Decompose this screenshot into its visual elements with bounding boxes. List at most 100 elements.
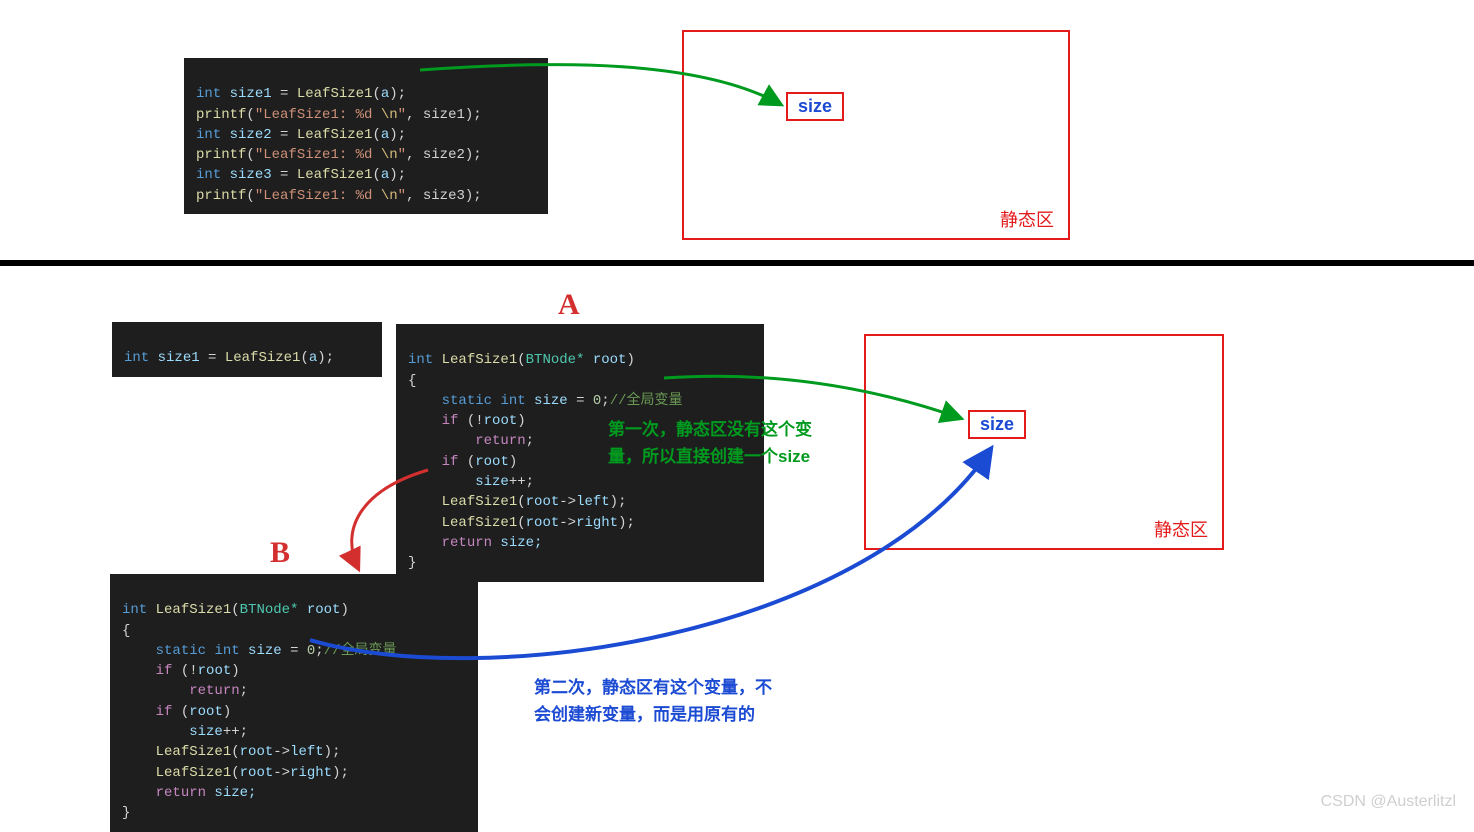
arg: a [381,86,389,102]
kw: int [500,393,525,409]
p: , size1); [406,107,482,123]
fn: LeafSize1 [147,602,231,618]
label-a: A [558,288,580,322]
kw-int: int [196,86,221,102]
p: , size2); [406,147,482,163]
size-variable-chip-top: size [786,92,844,121]
p: ); [389,86,406,102]
p: ; [526,433,534,449]
kw: return [156,785,206,801]
annotation-second-time: 第二次，静态区有这个变量，不 会创建新变量，而是用原有的 [534,674,772,728]
var: size [189,724,223,740]
p: ; [601,393,609,409]
p: ); [618,515,635,531]
size-variable-chip-bottom: size [968,410,1026,439]
var: size3 [221,167,280,183]
kw: if [156,704,173,720]
p: ) [340,602,348,618]
kw: int [214,643,239,659]
p: ( [458,454,475,470]
var: root [526,515,560,531]
fn: printf [196,147,246,163]
op: -> [559,515,576,531]
str: "LeafSize1: %d [255,107,381,123]
var: size1 [149,350,208,366]
kw: return [189,683,239,699]
str: " [398,147,406,163]
arg: a [309,350,317,366]
p: ( [372,86,380,102]
brace: } [408,555,416,571]
kw: return [442,535,492,551]
str: " [398,188,406,204]
var: root [484,413,518,429]
static-area-label: 静态区 [1000,206,1054,232]
fn: LeafSize1 [433,352,517,368]
horizontal-divider [0,260,1474,266]
arg: a [381,167,389,183]
kw: static [156,643,206,659]
p: ( [300,350,308,366]
str: "LeafSize1: %d [255,188,381,204]
op: ! [475,413,483,429]
kw: if [156,663,173,679]
p: ( [231,744,239,760]
esc: \n [381,188,398,204]
code-main-top: int size1 = LeafSize1(a); printf("LeafSi… [184,58,548,214]
p: ( [172,704,189,720]
var: right [576,515,618,531]
p: ); [332,765,349,781]
comment: //全局变量 [610,393,683,409]
p: ( [246,147,254,163]
esc: \n [381,107,398,123]
var: root [475,454,509,470]
p: ++; [223,724,248,740]
comment: //全局变量 [324,643,397,659]
brace: } [122,805,130,821]
op: -> [559,494,576,510]
p: ( [231,765,239,781]
annotation-first-time: 第一次，静态区没有这个变 量，所以直接创建一个size [608,416,812,470]
p: ++; [509,474,534,490]
p: ; [240,683,248,699]
kw: int [196,167,221,183]
watermark: CSDN @Austerlitzl [1321,793,1456,811]
p: ) [517,413,525,429]
var: root [189,704,223,720]
op: ! [189,663,197,679]
static-area-label: 静态区 [1154,516,1208,542]
var: size [526,393,576,409]
fn: printf [196,107,246,123]
p: ); [317,350,334,366]
fn: printf [196,188,246,204]
op: -> [273,765,290,781]
p: ); [389,127,406,143]
fn: LeafSize1 [156,765,232,781]
fn: LeafSize1 [288,86,372,102]
kw: int [408,352,433,368]
p: ( [246,107,254,123]
p: ( [172,663,189,679]
arg: a [381,127,389,143]
var: left [290,744,324,760]
kw: if [442,413,459,429]
static-area-bottom: 静态区 [864,334,1224,550]
fn: LeafSize1 [288,167,372,183]
p: ( [372,167,380,183]
var: size [475,474,509,490]
code-call-line: int size1 = LeafSize1(a); [112,322,382,377]
p: ( [231,602,239,618]
p: ; [315,643,323,659]
fn: LeafSize1 [156,744,232,760]
var: size; [206,785,256,801]
p: ) [223,704,231,720]
type: BTNode* [240,602,299,618]
kw: int [196,127,221,143]
label-b: B [270,536,290,570]
p: ( [517,515,525,531]
fn: LeafSize1 [442,494,518,510]
p: ); [324,744,341,760]
op: -> [273,744,290,760]
sp [584,393,592,409]
brace: { [408,373,416,389]
